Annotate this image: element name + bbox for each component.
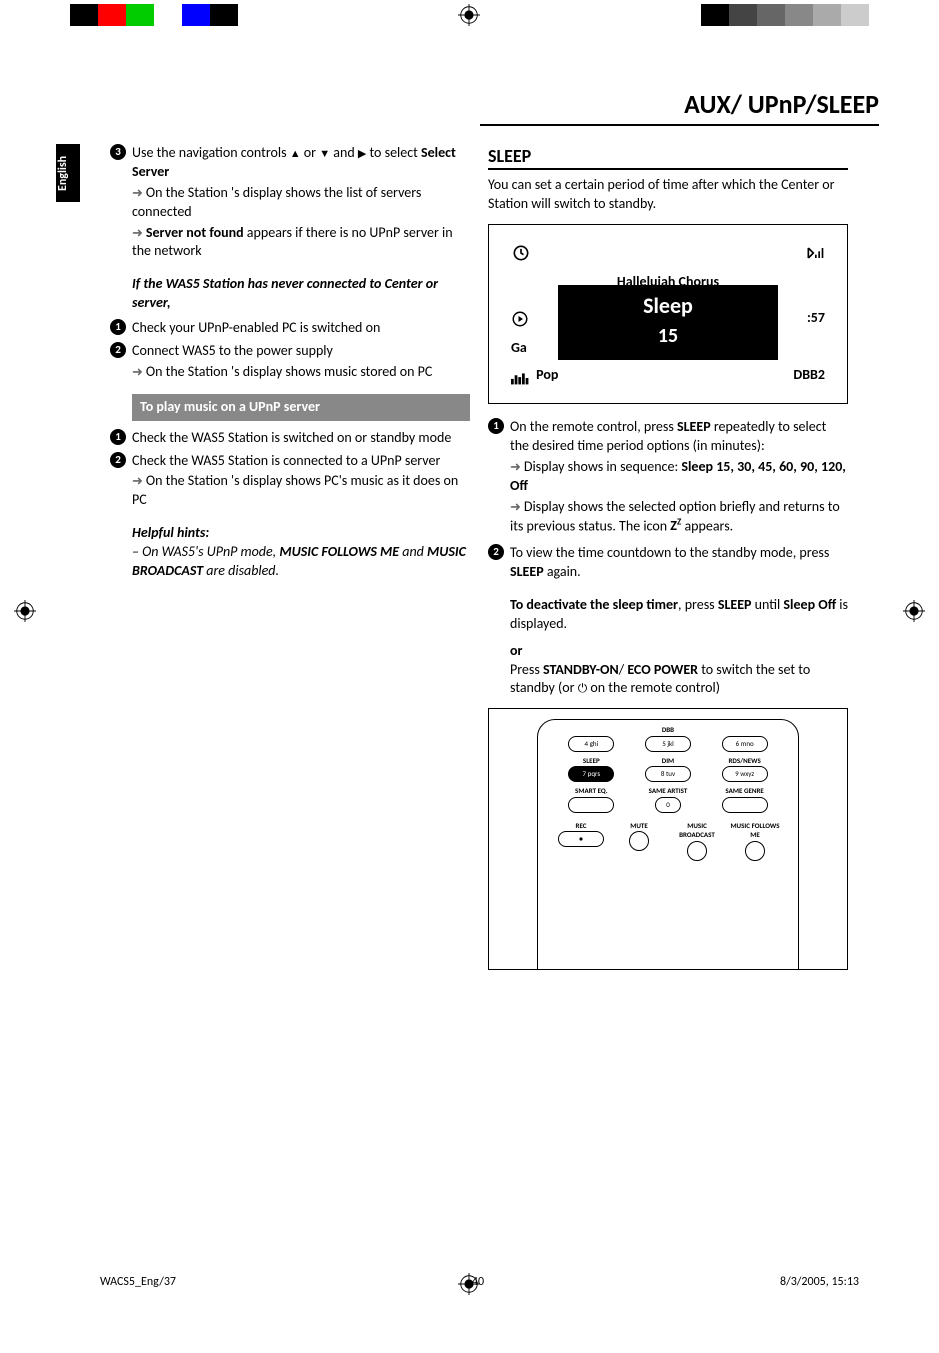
result-line: On the Station 's display shows music st… <box>132 363 470 382</box>
print-marks-top <box>0 0 939 30</box>
step-2: 2 To view the time countdown to the stan… <box>488 544 848 582</box>
step-number-icon: 1 <box>110 319 126 335</box>
text: Check the WAS5 Station is connected to a… <box>132 452 440 469</box>
text: or <box>301 144 320 161</box>
register-mark-icon <box>903 600 925 622</box>
hints-label: Helpful hints: <box>132 524 209 541</box>
up-triangle-icon: ▲ <box>290 147 301 160</box>
remote-key <box>568 797 614 813</box>
register-mark-icon <box>14 600 36 622</box>
remote-key <box>722 797 768 813</box>
remote-label: MUTE <box>611 821 667 830</box>
text: Check your UPnP-enabled PC is switched o… <box>132 319 470 338</box>
result-line: On the Station 's display shows the list… <box>132 184 470 222</box>
remote-key: 5 jkl <box>645 736 691 752</box>
remote-key: ● <box>558 831 604 847</box>
step-number-icon: 1 <box>110 429 126 445</box>
step-3: 3 Use the navigation controls ▲ or ▼ and… <box>110 144 470 261</box>
remote-label: MUSIC FOLLOWS ME <box>727 821 783 840</box>
step-number-icon: 1 <box>488 418 504 434</box>
remote-label: DBB <box>640 725 696 734</box>
text: Check the WAS5 Station is switched on or… <box>132 429 470 448</box>
lcd-overlay: Sleep 15 <box>558 285 778 360</box>
step-2: 2 Check the WAS5 Station is connected to… <box>110 452 470 511</box>
hints: Helpful hints: – On WAS5's UPnP mode, MU… <box>110 524 470 581</box>
lcd-time: :57 <box>807 309 825 328</box>
left-column: 3 Use the navigation controls ▲ or ▼ and… <box>110 144 470 581</box>
text: to select <box>366 144 421 161</box>
step-1: 1 On the remote control, press SLEEP rep… <box>488 418 848 536</box>
register-mark-icon <box>458 4 480 26</box>
subheading: If the WAS5 Station has never connected … <box>110 275 470 313</box>
remote-label: SAME GENRE <box>717 786 773 795</box>
remote-label: SAME ARTIST <box>640 786 696 795</box>
step-number-icon: 2 <box>488 544 504 560</box>
remote-label: SLEEP <box>563 756 619 765</box>
intro-text: You can set a certain period of time aft… <box>488 176 848 214</box>
power-icon: ⏻ <box>578 682 588 696</box>
remote-key: 4 ghi <box>568 736 614 752</box>
or-paragraph: Press STANDBY-ON/ ECO POWER to switch th… <box>488 661 848 699</box>
remote-key <box>629 831 649 851</box>
language-tab: English <box>56 144 80 202</box>
register-mark-icon <box>458 1273 480 1295</box>
down-triangle-icon: ▼ <box>319 147 330 160</box>
page-title: AUX/ UPnP/SLEEP <box>480 88 879 126</box>
remote-label: DIM <box>640 756 696 765</box>
step-number-icon: 2 <box>110 452 126 468</box>
remote-key-sleep: 7 pqrs <box>568 766 614 782</box>
remote-key <box>745 841 765 861</box>
remote-label: REC <box>553 821 609 830</box>
equalizer-icon <box>511 366 533 383</box>
remote-key: 8 tuv <box>645 766 691 782</box>
or-label: or <box>488 642 848 661</box>
clock-icon <box>511 243 531 269</box>
text: and <box>330 144 358 161</box>
remote-label: SMART EQ. <box>563 786 619 795</box>
result-line: On the Station 's display shows PC's mus… <box>132 472 470 510</box>
remote-key: 9 wxyz <box>722 766 768 782</box>
step-2: 2 Connect WAS5 to the power supply On th… <box>110 342 470 382</box>
deactivate-paragraph: To deactivate the sleep timer, press SLE… <box>488 596 848 634</box>
step-number-icon: 3 <box>110 144 126 160</box>
lcd-genre: Pop <box>536 366 558 383</box>
manual-page: English AUX/ UPnP/SLEEP 3 Use the naviga… <box>0 0 939 1353</box>
device-display-illustration: Halleluiah Chorus :57 Ga Pop DBB2 Sleep … <box>488 224 848 404</box>
color-swatches-left <box>70 4 238 26</box>
section-heading: SLEEP <box>488 144 848 170</box>
remote-label: MUSIC BROADCAST <box>669 821 725 840</box>
remote-illustration: 4 ghi DBB 5 jkl 6 mno SLEEP7 pqrs DIM8 tu… <box>488 708 848 970</box>
section-heading-box: To play music on a UPnP server <box>132 394 470 421</box>
remote-key: 0 <box>655 797 681 813</box>
text: Use the navigation controls <box>132 144 290 161</box>
overlay-title: Sleep <box>558 291 778 321</box>
text: Connect WAS5 to the power supply <box>132 342 333 359</box>
right-column: SLEEP You can set a certain period of ti… <box>488 144 848 970</box>
result-line: Display shows in sequence: Sleep 15, 30,… <box>510 458 848 496</box>
step-number-icon: 2 <box>110 342 126 358</box>
play-icon <box>511 309 529 328</box>
remote-key <box>687 841 707 861</box>
step-1: 1 Check the WAS5 Station is switched on … <box>110 429 470 448</box>
lcd-dbb: DBB2 <box>793 366 825 385</box>
signal-icon <box>805 243 825 269</box>
result-line: Display shows the selected option briefl… <box>510 498 848 536</box>
remote-label: RDS/NEWS <box>717 756 773 765</box>
step-1: 1 Check your UPnP-enabled PC is switched… <box>110 319 470 338</box>
overlay-value: 15 <box>558 323 778 350</box>
footer-date: 8/3/2005, 15:13 <box>780 1275 859 1289</box>
result-line: Server not found appears if there is no … <box>132 224 470 262</box>
lcd-artist: Ga <box>511 339 527 358</box>
footer-filename: WACS5_Eng/37 <box>100 1275 176 1289</box>
remote-key: 6 mno <box>722 736 768 752</box>
gray-swatches-right <box>701 4 869 26</box>
